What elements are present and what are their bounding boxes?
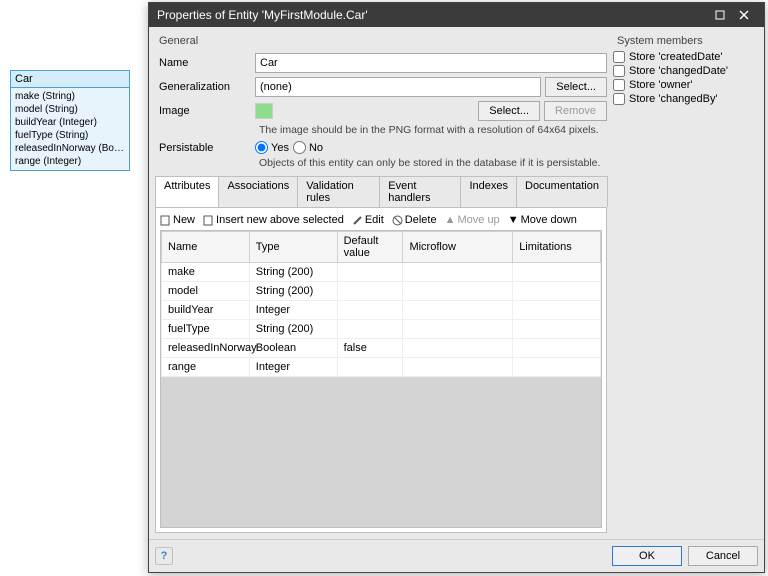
cell-name: model — [162, 282, 250, 301]
entity-diagram-box[interactable]: Car make (String)model (String)buildYear… — [10, 70, 130, 171]
tab-validation-rules[interactable]: Validation rules — [297, 176, 380, 207]
entity-attr: range (Integer) — [15, 155, 125, 168]
entity-attr-list: make (String)model (String)buildYear (In… — [11, 88, 129, 170]
cell-default — [337, 263, 403, 282]
cell-default — [337, 301, 403, 320]
table-row[interactable]: buildYearInteger — [162, 301, 601, 320]
attributes-grid[interactable]: NameTypeDefault valueMicroflowLimitation… — [161, 231, 601, 377]
column-header[interactable]: Limitations — [513, 232, 601, 263]
cell-default: false — [337, 339, 403, 358]
system-member-checkbox[interactable]: Store 'owner' — [613, 79, 758, 91]
help-button[interactable]: ? — [155, 547, 173, 565]
cell-default — [337, 320, 403, 339]
system-member-checkbox[interactable]: Store 'changedBy' — [613, 93, 758, 105]
image-label: Image — [155, 105, 255, 117]
triangle-up-icon: ▲ — [445, 214, 456, 226]
entity-attr: fuelType (String) — [15, 129, 125, 142]
system-members-heading: System members — [617, 35, 758, 47]
system-member-checkbox[interactable]: Store 'createdDate' — [613, 51, 758, 63]
cell-type: Boolean — [249, 339, 337, 358]
move-down-button[interactable]: ▼ Move down — [508, 214, 577, 226]
cell-microflow — [403, 339, 513, 358]
cell-name: buildYear — [162, 301, 250, 320]
cell-limitations — [513, 320, 601, 339]
tab-attributes[interactable]: Attributes — [155, 176, 219, 207]
close-icon[interactable] — [732, 7, 756, 23]
maximize-icon[interactable] — [708, 7, 732, 23]
title-bar: Properties of Entity 'MyFirstModule.Car' — [149, 3, 764, 27]
tab-strip: AttributesAssociationsValidation rulesEv… — [155, 176, 607, 207]
triangle-down-icon: ▼ — [508, 214, 519, 226]
delete-button[interactable]: Delete — [392, 214, 437, 226]
image-hint: The image should be in the PNG format wi… — [255, 124, 607, 136]
table-row[interactable]: rangeInteger — [162, 358, 601, 377]
cell-type: String (200) — [249, 282, 337, 301]
persistable-no-radio[interactable]: No — [293, 141, 323, 154]
persistable-hint: Objects of this entity can only be store… — [255, 157, 607, 169]
move-up-button[interactable]: ▲ Move up — [445, 214, 500, 226]
system-member-checkbox[interactable]: Store 'changedDate' — [613, 65, 758, 77]
cell-limitations — [513, 263, 601, 282]
column-header[interactable]: Default value — [337, 232, 403, 263]
generalization-value: (none) — [255, 77, 541, 97]
table-row[interactable]: makeString (200) — [162, 263, 601, 282]
cell-limitations — [513, 301, 601, 320]
cell-limitations — [513, 339, 601, 358]
entity-attr: make (String) — [15, 90, 125, 103]
attributes-grid-wrap: NameTypeDefault valueMicroflowLimitation… — [160, 230, 602, 528]
dialog-title: Properties of Entity 'MyFirstModule.Car' — [157, 8, 708, 22]
column-header[interactable]: Name — [162, 232, 250, 263]
name-label: Name — [155, 57, 255, 69]
table-row[interactable]: releasedInNorwayBooleanfalse — [162, 339, 601, 358]
entity-attr: model (String) — [15, 103, 125, 116]
grid-toolbar: New Insert new above selected Edit Delet… — [160, 212, 602, 230]
tab-documentation[interactable]: Documentation — [516, 176, 608, 207]
dialog-footer: ? OK Cancel — [149, 539, 764, 572]
cell-name: make — [162, 263, 250, 282]
cell-name: releasedInNorway — [162, 339, 250, 358]
image-remove-button[interactable]: Remove — [544, 101, 607, 121]
generalization-label: Generalization — [155, 81, 255, 93]
cell-limitations — [513, 358, 601, 377]
table-row[interactable]: fuelTypeString (200) — [162, 320, 601, 339]
cell-type: Integer — [249, 301, 337, 320]
cell-type: Integer — [249, 358, 337, 377]
image-swatch — [255, 103, 273, 119]
cell-name: fuelType — [162, 320, 250, 339]
new-button[interactable]: New — [160, 214, 195, 226]
cell-microflow — [403, 358, 513, 377]
tab-event-handlers[interactable]: Event handlers — [379, 176, 461, 207]
cell-default — [337, 282, 403, 301]
cell-name: range — [162, 358, 250, 377]
insert-above-button[interactable]: Insert new above selected — [203, 214, 344, 226]
cell-microflow — [403, 263, 513, 282]
entity-attr: releasedInNorway (Boolea... — [15, 142, 125, 155]
edit-button[interactable]: Edit — [352, 214, 384, 226]
entity-attr: buildYear (Integer) — [15, 116, 125, 129]
persistable-yes-radio[interactable]: Yes — [255, 141, 289, 154]
column-header[interactable]: Microflow — [403, 232, 513, 263]
tab-associations[interactable]: Associations — [218, 176, 298, 207]
entity-header: Car — [11, 71, 129, 88]
cancel-button[interactable]: Cancel — [688, 546, 758, 566]
cell-microflow — [403, 320, 513, 339]
cell-limitations — [513, 282, 601, 301]
properties-dialog: Properties of Entity 'MyFirstModule.Car'… — [148, 2, 765, 573]
ok-button[interactable]: OK — [612, 546, 682, 566]
generalization-select-button[interactable]: Select... — [545, 77, 607, 97]
name-input[interactable] — [255, 53, 607, 73]
attributes-panel: New Insert new above selected Edit Delet… — [155, 207, 607, 533]
system-members-panel: System members Store 'createdDate' Store … — [613, 33, 758, 533]
persistable-label: Persistable — [155, 142, 255, 154]
image-select-button[interactable]: Select... — [478, 101, 540, 121]
cell-type: String (200) — [249, 320, 337, 339]
cell-microflow — [403, 301, 513, 320]
table-row[interactable]: modelString (200) — [162, 282, 601, 301]
cell-type: String (200) — [249, 263, 337, 282]
tab-indexes[interactable]: Indexes — [460, 176, 517, 207]
general-heading: General — [159, 35, 607, 47]
cell-microflow — [403, 282, 513, 301]
cell-default — [337, 358, 403, 377]
column-header[interactable]: Type — [249, 232, 337, 263]
